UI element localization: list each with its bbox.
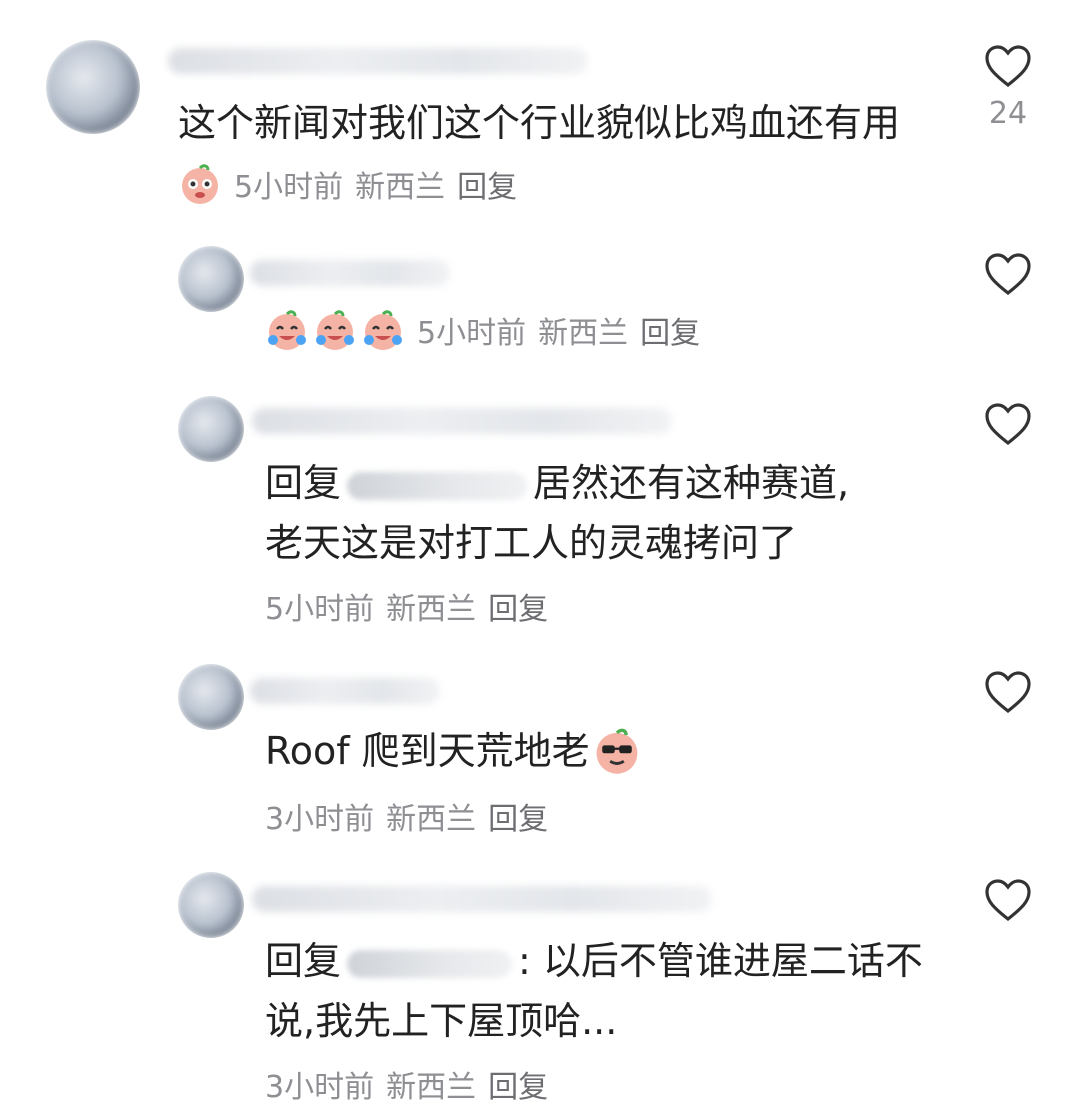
reply-button[interactable]: 回复 bbox=[457, 162, 517, 206]
comment-text: Roof 爬到天荒地老 bbox=[265, 720, 642, 782]
avatar[interactable] bbox=[178, 872, 244, 938]
comment-meta: 3小时前 新西兰 回复 bbox=[265, 1062, 548, 1106]
avatar[interactable] bbox=[178, 664, 244, 730]
heart-outline-icon bbox=[985, 879, 1031, 922]
heart-outline-icon bbox=[985, 253, 1031, 296]
comment-meta: 5小时前 新西兰 回复 bbox=[265, 584, 548, 628]
reply-button[interactable]: 回复 bbox=[488, 584, 548, 628]
location: 新西兰 bbox=[386, 802, 477, 837]
comment-line-2: 说,我先上下屋顶哈... bbox=[265, 999, 618, 1043]
reply-prefix: 回复 bbox=[265, 939, 342, 983]
avatar[interactable] bbox=[46, 40, 140, 134]
username-blurred[interactable] bbox=[252, 408, 672, 434]
peach-laugh-emoji bbox=[268, 310, 306, 350]
comment-text: 回复 : 以后不管谁进屋二话不 bbox=[265, 930, 923, 992]
comment-line-1: : 以后不管谁进屋二话不 bbox=[518, 939, 923, 983]
mention-blurred[interactable] bbox=[347, 471, 528, 500]
comment-text: 这个新闻对我们这个行业貌似比鸡血还有用 bbox=[178, 101, 901, 145]
time: 5小时前 bbox=[265, 592, 375, 627]
location: 新西兰 bbox=[355, 170, 446, 205]
username-blurred[interactable] bbox=[250, 678, 440, 704]
reply-button[interactable]: 回复 bbox=[488, 794, 548, 838]
peach-face-emoji bbox=[182, 164, 218, 204]
peach-sunglasses-emoji bbox=[596, 728, 638, 774]
avatar[interactable] bbox=[178, 396, 244, 462]
time: 3小时前 bbox=[265, 1070, 375, 1105]
like-count: 24 bbox=[988, 96, 1028, 131]
heart-outline-icon bbox=[985, 671, 1031, 714]
location: 新西兰 bbox=[386, 592, 477, 627]
peach-laugh-emoji bbox=[364, 310, 402, 350]
emoji-row bbox=[265, 308, 405, 352]
heart-outline-icon bbox=[985, 45, 1031, 88]
comment-body: Roof 爬到天荒地老 bbox=[265, 729, 590, 773]
heart-outline-icon bbox=[985, 403, 1031, 446]
time: 3小时前 bbox=[265, 802, 375, 837]
like-button[interactable] bbox=[980, 878, 1036, 922]
username-blurred[interactable] bbox=[252, 886, 712, 912]
reply-button[interactable]: 回复 bbox=[640, 308, 700, 352]
reply-button[interactable]: 回复 bbox=[488, 1062, 548, 1106]
avatar[interactable] bbox=[178, 246, 244, 312]
username-blurred[interactable] bbox=[250, 260, 450, 286]
location: 新西兰 bbox=[386, 1070, 477, 1105]
like-button[interactable] bbox=[980, 670, 1036, 714]
comment-text: 回复 居然还有这种赛道, bbox=[265, 452, 849, 514]
comment-meta: 5小时前 新西兰 回复 bbox=[178, 162, 517, 206]
like-button[interactable]: 24 bbox=[980, 44, 1036, 131]
time: 5小时前 bbox=[234, 170, 344, 205]
comment-line-1: 居然还有这种赛道, bbox=[533, 461, 850, 505]
mention-blurred[interactable] bbox=[347, 949, 513, 978]
comment-meta: 5小时前 新西兰 回复 bbox=[265, 308, 700, 352]
comment-meta: 3小时前 新西兰 回复 bbox=[265, 794, 548, 838]
time: 5小时前 bbox=[417, 316, 527, 351]
peach-laugh-emoji bbox=[316, 310, 354, 350]
location: 新西兰 bbox=[538, 316, 629, 351]
reply-prefix: 回复 bbox=[265, 461, 342, 505]
comment-line-2: 老天这是对打工人的灵魂拷问了 bbox=[265, 521, 798, 565]
like-button[interactable] bbox=[980, 402, 1036, 446]
username-blurred[interactable] bbox=[168, 48, 588, 74]
like-button[interactable] bbox=[980, 252, 1036, 296]
